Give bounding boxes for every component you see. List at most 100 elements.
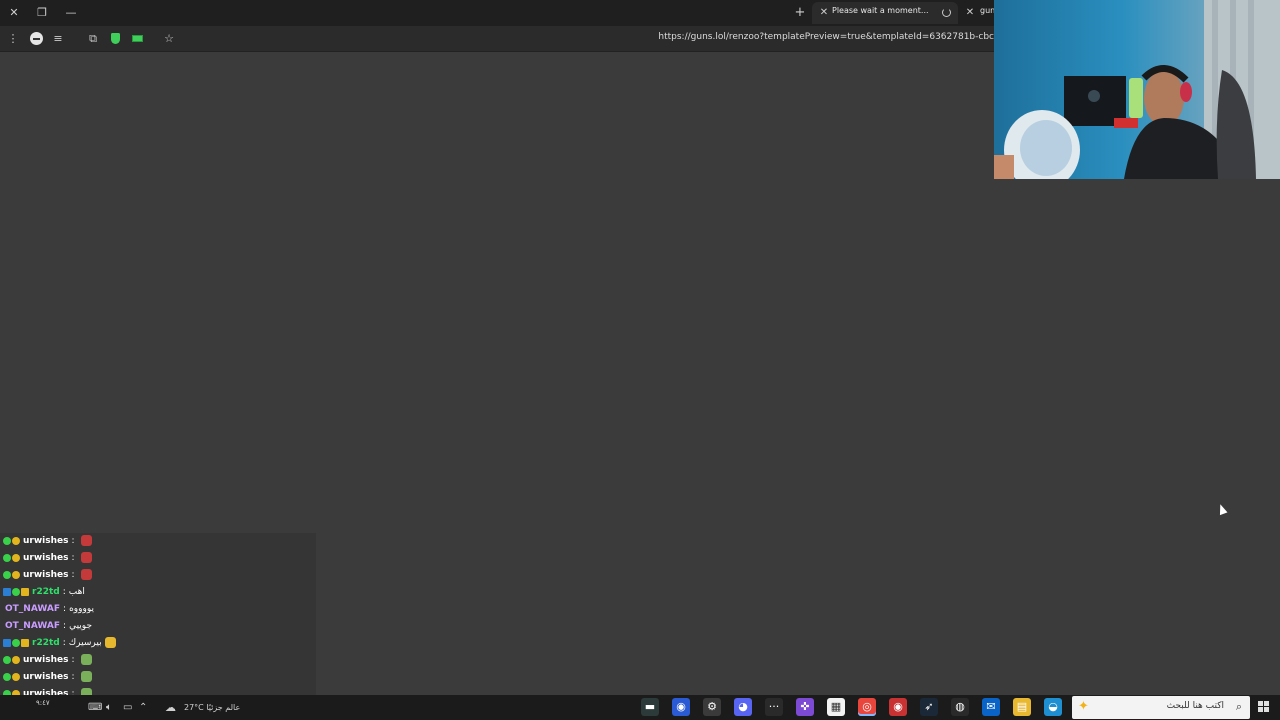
- settings-app-icon[interactable]: ⚙: [703, 698, 721, 716]
- sub-badge-icon: [12, 587, 20, 596]
- discord-app-icon[interactable]: ◕: [734, 698, 752, 716]
- chat-separator: :: [63, 621, 67, 631]
- tab-title: gun: [980, 6, 994, 15]
- terminal-app-icon[interactable]: ▬: [641, 698, 659, 716]
- chat-message: urwishes:: [0, 550, 316, 567]
- new-tab-button[interactable]: +: [791, 4, 809, 22]
- tab-active[interactable]: ✕ Please wait a moment...: [812, 2, 958, 24]
- chat-message: r22td: اهب: [0, 584, 316, 601]
- start-button[interactable]: [1258, 701, 1270, 713]
- chat-username[interactable]: urwishes: [23, 570, 68, 580]
- chat-separator: :: [63, 604, 67, 614]
- chat-separator: :: [62, 638, 66, 648]
- taskbar-search-box[interactable]: ✦ اكتب هنا للبحث ⌕: [1072, 696, 1250, 719]
- verified-badge-icon: [12, 536, 20, 545]
- chat-text: جوييي: [69, 621, 93, 631]
- chat-separator: :: [71, 570, 75, 580]
- copilot-sparkle-icon: ✦: [1078, 699, 1089, 714]
- minimize-window-icon[interactable]: —: [62, 4, 80, 22]
- crown-badge-icon: [21, 587, 29, 596]
- restore-window-icon[interactable]: ❐: [33, 4, 51, 22]
- chat-text: يووووه: [69, 604, 94, 614]
- steam-app-icon[interactable]: ➶: [920, 698, 938, 716]
- chat-text: اهب: [68, 587, 85, 597]
- chat-username[interactable]: urwishes: [23, 553, 68, 563]
- app-dark-app-icon[interactable]: ···: [765, 698, 783, 716]
- extensions-icon[interactable]: ⧉: [85, 31, 101, 47]
- chat-username[interactable]: urwishes: [23, 536, 68, 546]
- reading-list-icon[interactable]: ≡: [50, 31, 66, 47]
- sub-badge-icon: [3, 536, 11, 545]
- chat-message: urwishes:: [0, 652, 316, 669]
- sub-badge-icon: [3, 570, 11, 579]
- tab-close-icon[interactable]: ✕: [816, 4, 832, 22]
- chat-emote-icon: [80, 688, 92, 695]
- sub-badge-icon: [3, 655, 11, 664]
- browser-red-app-icon[interactable]: ◉: [672, 698, 690, 716]
- menu-dots-icon[interactable]: ⋮: [5, 31, 21, 47]
- explorer-app-icon[interactable]: ▤: [1013, 698, 1031, 716]
- crown-badge-icon: [21, 638, 29, 647]
- chat-message: urwishes:: [0, 686, 316, 695]
- tab-title: Please wait a moment...: [832, 6, 929, 15]
- chat-username[interactable]: OT_NAWAF: [5, 621, 60, 631]
- chrome-app-icon[interactable]: ◎: [858, 698, 876, 716]
- chat-username[interactable]: urwishes: [23, 672, 68, 682]
- chat-emote-icon: [80, 552, 92, 563]
- bookmark-star-icon[interactable]: ☆: [161, 31, 177, 47]
- chat-message: OT_NAWAF: يووووه: [0, 601, 316, 618]
- chat-message: urwishes:: [0, 533, 316, 550]
- chat-emote-icon: [104, 637, 116, 648]
- chat-separator: :: [71, 553, 75, 563]
- outlook-app-icon[interactable]: ✉: [982, 698, 1000, 716]
- chat-separator: :: [71, 655, 75, 665]
- gamepad-app-icon[interactable]: ✜: [796, 698, 814, 716]
- chat-emote-icon: [80, 671, 92, 682]
- verified-badge-icon: [12, 655, 20, 664]
- chat-username[interactable]: r22td: [32, 638, 60, 648]
- tab-close-icon[interactable]: ✕: [962, 4, 978, 22]
- verified-badge-icon: [12, 570, 20, 579]
- chat-username[interactable]: OT_NAWAF: [5, 604, 60, 614]
- weather-text[interactable]: 27°C عالم جزئيًا: [184, 699, 240, 716]
- battery-icon[interactable]: [129, 31, 145, 47]
- search-placeholder: اكتب هنا للبحث: [1166, 701, 1224, 711]
- chat-emote-icon: [80, 535, 92, 546]
- chat-emote-icon: [80, 654, 92, 665]
- loading-spinner-icon: [942, 8, 951, 17]
- chat-message: r22td: بيرسيرك: [0, 635, 316, 652]
- close-window-icon[interactable]: ✕: [5, 4, 23, 22]
- chat-text: بيرسيرك: [68, 638, 102, 648]
- clock[interactable]: ٩:٤٧: [36, 699, 50, 716]
- chat-username[interactable]: urwishes: [23, 655, 68, 665]
- mod-badge-icon: [3, 638, 11, 647]
- weather-icon[interactable]: ☁: [165, 699, 176, 716]
- tab-inactive[interactable]: ✕ gun: [960, 2, 994, 24]
- profile-icon[interactable]: [28, 31, 44, 47]
- windows-taskbar: ٩:٤٧ ⌨ 🔈︎ ▭ ⌃ ☁ 27°C عالم جزئيًا ▬ ◉ ⚙ ◕ ···…: [0, 695, 1280, 720]
- obs-app-icon[interactable]: ◍: [951, 698, 969, 716]
- chat-message: OT_NAWAF: جوييي: [0, 618, 316, 635]
- chat-emote-icon: [80, 569, 92, 580]
- chat-message: urwishes:: [0, 669, 316, 686]
- search-icon: ⌕: [1235, 700, 1242, 713]
- address-bar[interactable]: https://guns.lol/renzoo?templatePreview=…: [650, 32, 994, 46]
- sub-badge-icon: [3, 553, 11, 562]
- chat-username[interactable]: r22td: [32, 587, 60, 597]
- volume-icon[interactable]: 🔈︎: [106, 699, 112, 716]
- edge-app-icon[interactable]: ◒: [1044, 698, 1062, 716]
- chat-separator: :: [62, 587, 66, 597]
- stream-chat-overlay: urwishes: urwishes: urwishes: r22td: اهب OT_N…: [0, 533, 316, 695]
- keyboard-icon[interactable]: ⌨: [88, 699, 102, 716]
- screen: ✕ ❐ — + ✕ Please wait a moment... ✕ gun …: [0, 0, 1280, 720]
- chevron-up-icon[interactable]: ⌃: [139, 699, 147, 716]
- network-icon[interactable]: ▭: [123, 699, 132, 716]
- sub-badge-icon: [12, 638, 20, 647]
- sub-badge-icon: [3, 672, 11, 681]
- store-app-icon[interactable]: ▦: [827, 698, 845, 716]
- webcam-feed: [994, 0, 1280, 179]
- stream-app-app-icon[interactable]: ◉: [889, 698, 907, 716]
- shield-icon[interactable]: [107, 31, 123, 47]
- mod-badge-icon: [3, 587, 11, 596]
- chat-separator: :: [71, 536, 75, 546]
